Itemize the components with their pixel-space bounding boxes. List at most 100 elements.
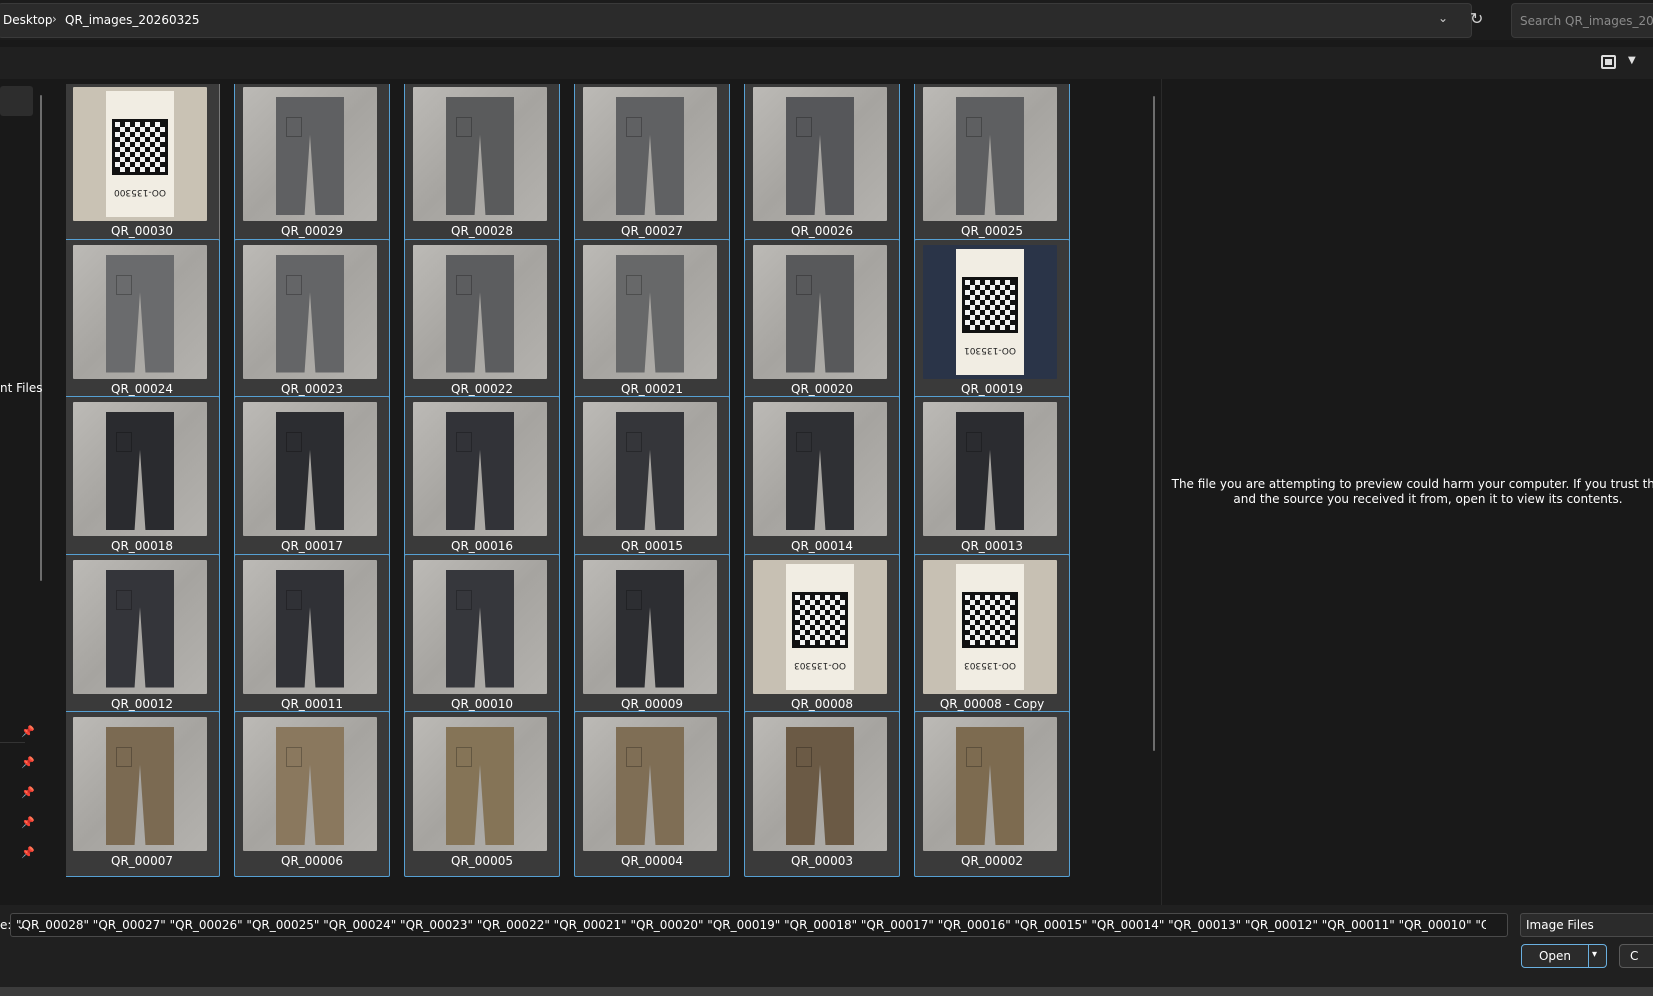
file-grid-scrollbar[interactable] xyxy=(1153,96,1155,751)
qr-tag-number: OO-135300 xyxy=(113,187,167,197)
file-item[interactable]: QR_00011 xyxy=(234,553,390,720)
file-name-label: QR_00008 xyxy=(791,696,853,711)
pin-icon[interactable]: 📌 xyxy=(21,756,35,769)
file-item[interactable]: QR_00021 xyxy=(574,238,730,405)
nav-item-label[interactable]: nt Files xyxy=(0,381,42,395)
file-thumbnail-pants xyxy=(413,559,547,694)
file-item[interactable]: QR_00004 xyxy=(574,711,730,877)
file-item[interactable]: QR_00006 xyxy=(234,711,390,877)
file-item[interactable]: QR_00010 xyxy=(404,553,560,720)
file-item[interactable]: OO-135303 QR_00008 - Copy xyxy=(914,553,1070,720)
file-item[interactable]: QR_00023 xyxy=(234,238,390,405)
file-item[interactable]: QR_00017 xyxy=(234,396,390,562)
file-name-label: QR_00005 xyxy=(451,854,513,868)
search-input[interactable]: Search QR_images_20260325 xyxy=(1511,3,1653,38)
file-item[interactable]: QR_00012 xyxy=(66,553,220,720)
file-item[interactable]: OO-135301 QR_00019 xyxy=(914,238,1070,405)
cancel-button[interactable]: C xyxy=(1619,944,1653,968)
file-name-label: QR_00011 xyxy=(281,696,343,711)
file-item[interactable]: QR_00022 xyxy=(404,238,560,405)
file-name-label: QR_00012 xyxy=(111,696,173,711)
file-item[interactable]: QR_00003 xyxy=(744,711,900,877)
nav-scrollbar[interactable] xyxy=(40,95,42,581)
qr-tag: OO-135303 xyxy=(786,563,854,690)
file-item[interactable]: QR_00018 xyxy=(66,396,220,562)
file-thumbnail-pants xyxy=(753,717,887,851)
file-item[interactable]: OO-135303 QR_00008 xyxy=(744,553,900,720)
qr-tag-number: OO-135301 xyxy=(963,344,1017,355)
breadcrumb[interactable]: Desktop › QR_images_20260325 ⌄ ↻ xyxy=(0,3,1483,38)
file-name-label: QR_00024 xyxy=(111,381,173,396)
file-thumbnail-pants xyxy=(583,559,717,694)
file-name-label: QR_00010 xyxy=(451,696,513,711)
qr-code-icon xyxy=(962,276,1018,333)
file-item[interactable]: OO-135300 QR_00030 xyxy=(66,84,220,247)
cancel-button-label: C xyxy=(1630,949,1639,963)
file-item[interactable]: QR_00029 xyxy=(234,84,390,247)
file-item[interactable]: QR_00015 xyxy=(574,396,730,562)
file-thumbnail-pants xyxy=(243,244,377,379)
file-thumbnail-pants xyxy=(753,244,887,379)
dialog-footer: e: "QR_00028" "QR_00027" "QR_00026" "QR_… xyxy=(0,905,1653,987)
file-thumbnail-pants xyxy=(923,717,1057,851)
file-thumbnail-pants xyxy=(413,402,547,536)
file-name-label: QR_00008 - Copy xyxy=(939,696,1045,711)
filename-dropdown-chevron-icon[interactable]: ⌄ xyxy=(16,918,1486,932)
address-history-chevron-icon[interactable]: ⌄ xyxy=(1438,11,1448,25)
preview-warning-text: The file you are attempting to preview c… xyxy=(1171,477,1653,506)
file-name-label: QR_00020 xyxy=(791,381,853,396)
file-name-label: QR_00009 xyxy=(621,696,683,711)
pin-icon[interactable]: 📌 xyxy=(21,846,35,859)
pin-icon[interactable]: 📌 xyxy=(21,786,35,799)
file-item[interactable]: QR_00026 xyxy=(744,84,900,247)
window-bottom-edge xyxy=(0,987,1653,996)
pin-icon[interactable]: 📌 xyxy=(21,816,35,829)
file-item[interactable]: QR_00027 xyxy=(574,84,730,247)
filetype-value: Image Files xyxy=(1526,918,1594,932)
nav-item-selected[interactable] xyxy=(0,86,33,116)
file-thumbnail-pants xyxy=(243,402,377,536)
qr-code-icon xyxy=(792,591,848,648)
file-thumbnail-pants xyxy=(243,87,377,221)
file-item[interactable]: QR_00009 xyxy=(574,553,730,720)
filename-input[interactable]: "QR_00028" "QR_00027" "QR_00026" "QR_000… xyxy=(10,913,1508,937)
file-thumbnail-pants xyxy=(243,559,377,694)
pin-icon[interactable]: 📌 xyxy=(21,725,35,738)
file-item[interactable]: QR_00024 xyxy=(66,238,220,405)
preview-pane-icon[interactable] xyxy=(1601,55,1616,69)
file-item[interactable]: QR_00005 xyxy=(404,711,560,877)
file-thumbnail-qr-tag: OO-135303 xyxy=(753,559,887,694)
file-item[interactable]: QR_00020 xyxy=(744,238,900,405)
qr-tag: OO-135301 xyxy=(956,248,1024,375)
file-name-label: QR_00013 xyxy=(961,539,1023,553)
file-item[interactable]: QR_00014 xyxy=(744,396,900,562)
file-thumbnail-pants xyxy=(923,402,1057,536)
file-item[interactable]: QR_00028 xyxy=(404,84,560,247)
file-thumbnail-pants xyxy=(73,244,207,379)
open-button-label: Open xyxy=(1538,949,1572,963)
file-thumbnail-pants xyxy=(73,717,207,851)
filetype-select[interactable]: Image Files xyxy=(1520,913,1653,937)
file-item[interactable]: QR_00007 xyxy=(66,711,220,877)
breadcrumb-item-desktop[interactable]: Desktop xyxy=(3,13,53,27)
view-options-chevron-icon[interactable]: ▼ xyxy=(1628,55,1636,66)
open-options-chevron-icon[interactable]: ▾ xyxy=(1592,949,1597,960)
file-thumbnail-pants xyxy=(753,402,887,536)
qr-code-icon xyxy=(112,119,168,175)
refresh-icon[interactable]: ↻ xyxy=(1470,9,1483,28)
file-item[interactable]: QR_00002 xyxy=(914,711,1070,877)
file-thumbnail-pants xyxy=(413,87,547,221)
file-item[interactable]: QR_00016 xyxy=(404,396,560,562)
file-name-label: QR_00017 xyxy=(281,539,343,553)
file-item[interactable]: QR_00013 xyxy=(914,396,1070,562)
search-placeholder: Search QR_images_20260325 xyxy=(1520,14,1653,28)
open-button[interactable]: Open ▾ xyxy=(1521,944,1607,968)
file-thumbnail-qr-tag: OO-135303 xyxy=(923,559,1057,694)
breadcrumb-item-folder[interactable]: QR_images_20260325 xyxy=(65,13,200,27)
file-thumbnail-pants xyxy=(583,717,717,851)
address-bar: Desktop › QR_images_20260325 ⌄ ↻ Search … xyxy=(0,0,1653,40)
file-thumbnail-pants xyxy=(413,717,547,851)
file-item[interactable]: QR_00025 xyxy=(914,84,1070,247)
file-thumbnail-pants xyxy=(583,87,717,221)
file-name-label: QR_00027 xyxy=(621,224,683,238)
